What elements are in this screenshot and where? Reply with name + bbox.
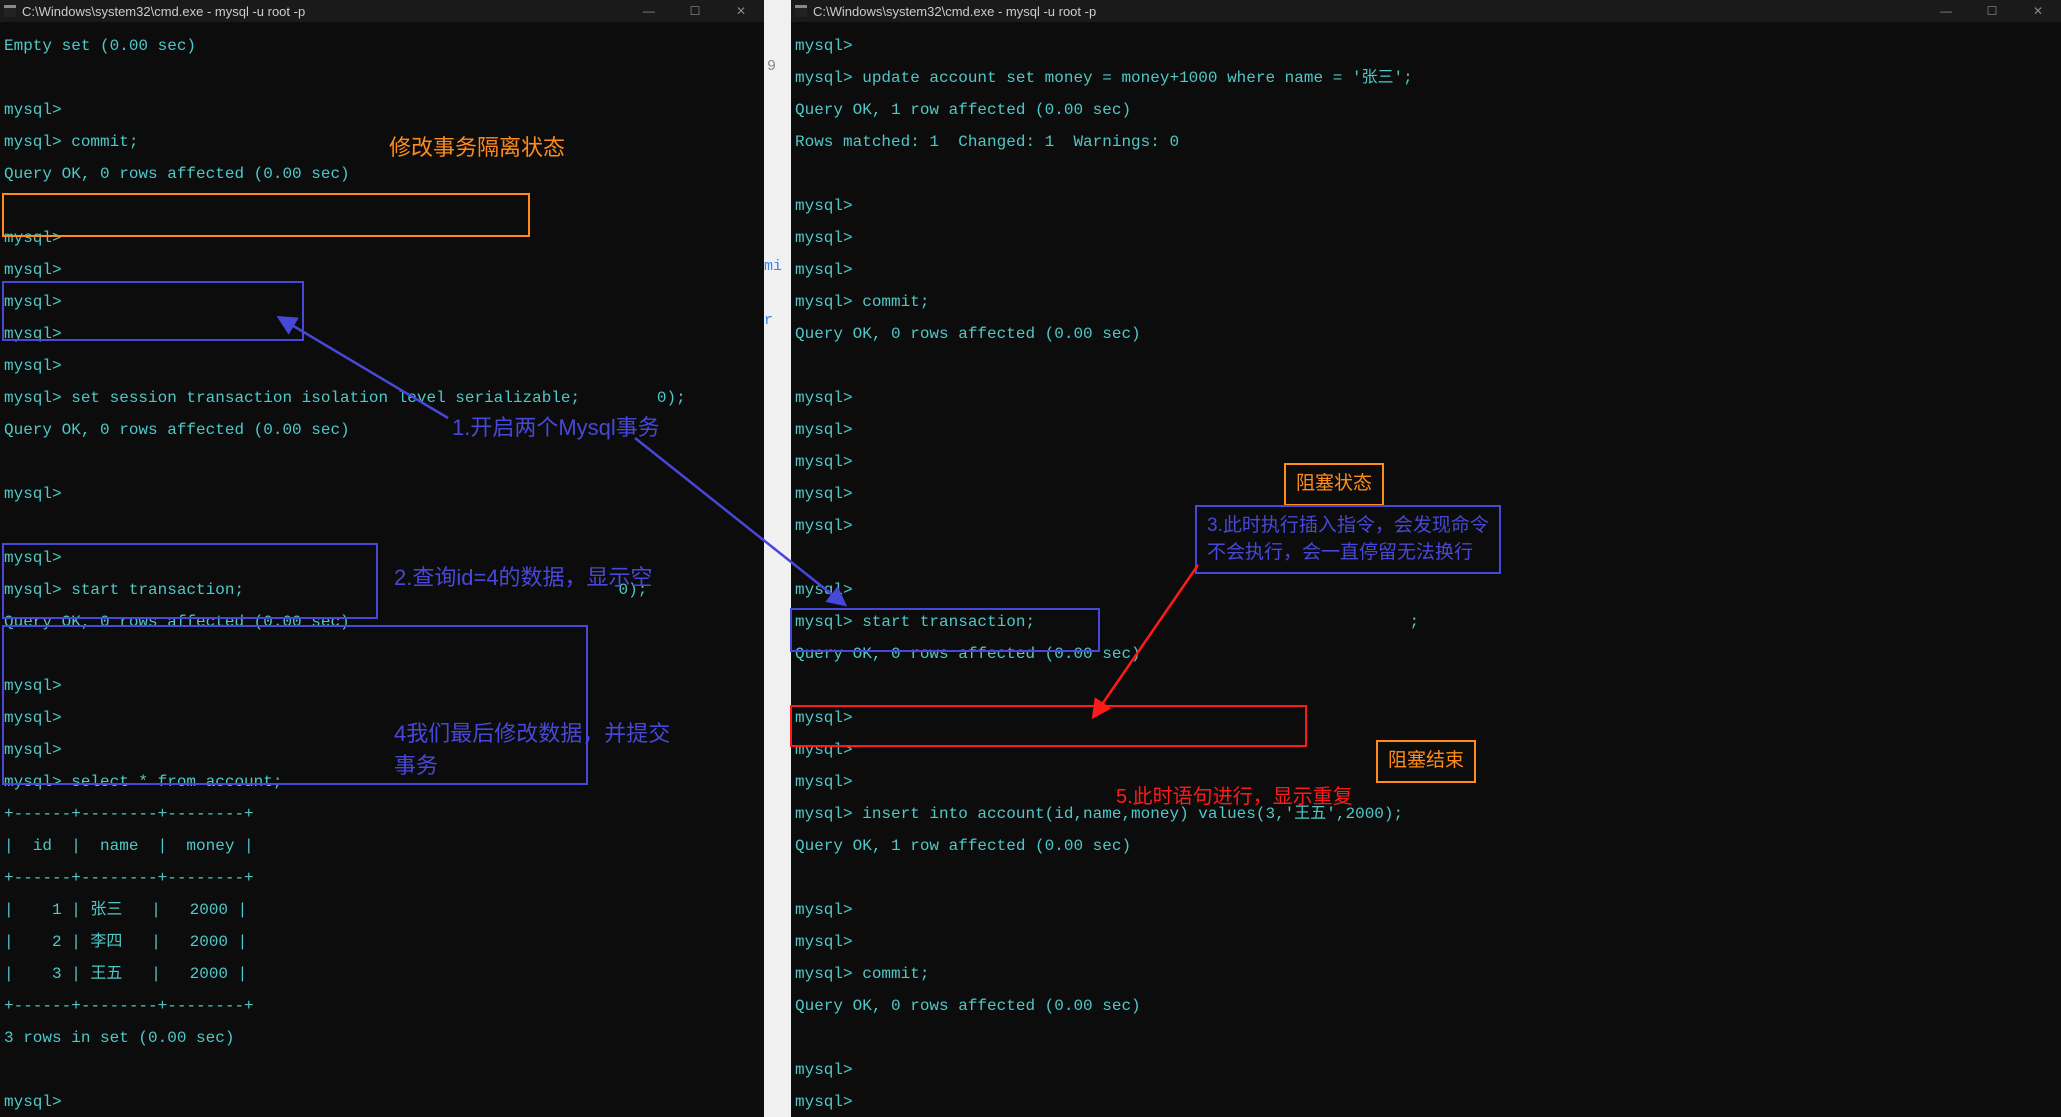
arrow-to-right-tx	[635, 438, 844, 604]
arrow-to-left-tx	[280, 318, 448, 418]
arrow-step3-to-error	[1094, 565, 1198, 716]
arrows-layer	[0, 0, 2061, 1117]
